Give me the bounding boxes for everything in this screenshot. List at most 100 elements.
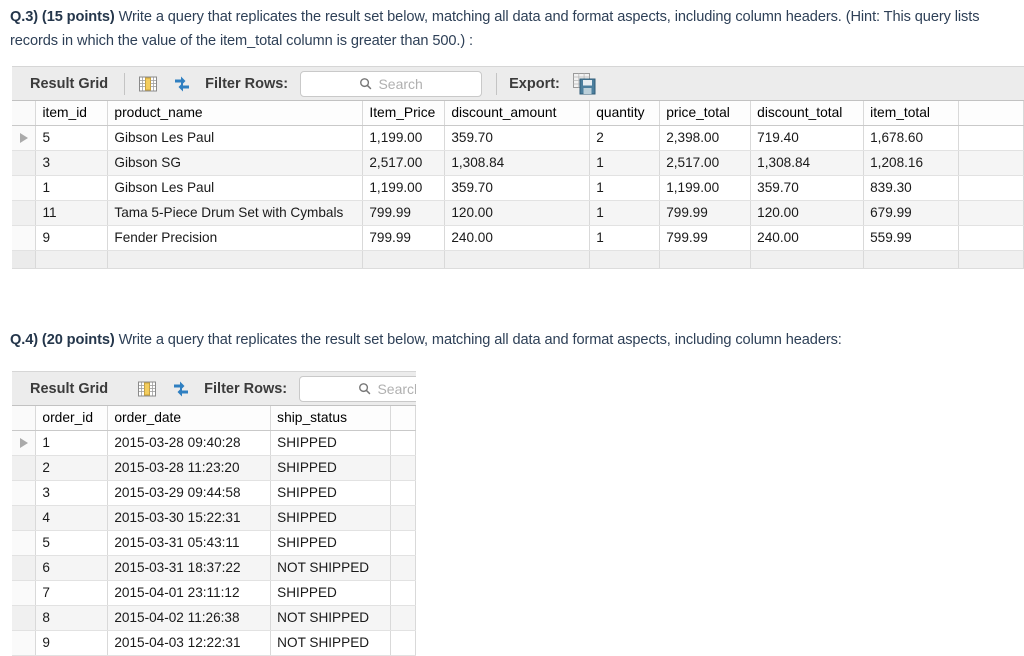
table-cell[interactable]: 2,517.00 <box>659 150 752 176</box>
table-cell[interactable]: 1,199.00 <box>362 175 446 201</box>
table-cell[interactable]: 719.40 <box>750 125 865 151</box>
table-row[interactable]: 2 2015-03-28 11:23:20 SHIPPED <box>12 455 416 481</box>
row-marker[interactable] <box>12 580 37 606</box>
row-marker[interactable] <box>12 150 37 176</box>
table-row[interactable]: 5 2015-03-31 05:43:11 SHIPPED <box>12 530 416 556</box>
table-cell[interactable]: 240.00 <box>750 225 865 251</box>
column-header[interactable]: item_id <box>35 101 109 126</box>
table-cell[interactable]: 120.00 <box>750 200 865 226</box>
table-cell[interactable]: 359.70 <box>750 175 865 201</box>
table-cell[interactable]: SHIPPED <box>270 430 392 456</box>
table-cell[interactable]: SHIPPED <box>270 480 392 506</box>
row-marker[interactable] <box>12 480 37 506</box>
table-row[interactable]: 3 Gibson SG 2,517.00 1,308.84 1 2,517.00 1,308… <box>12 150 1024 176</box>
table-cell[interactable]: 1,199.00 <box>362 125 446 151</box>
result-table-1[interactable]: item_id product_name Item_Price discount… <box>12 101 1024 269</box>
table-cell[interactable]: 2015-03-31 18:37:22 <box>107 555 272 581</box>
table-row[interactable]: 1 2015-03-28 09:40:28 SHIPPED <box>12 430 416 456</box>
row-marker[interactable] <box>12 455 37 481</box>
table-row[interactable]: 3 2015-03-29 09:44:58 SHIPPED <box>12 480 416 506</box>
columns-icon[interactable] <box>136 378 158 400</box>
table-cell[interactable]: 359.70 <box>444 125 591 151</box>
table-row[interactable]: 11 Tama 5-Piece Drum Set with Cymbals 799.… <box>12 200 1024 226</box>
row-marker[interactable] <box>12 630 37 656</box>
table-cell[interactable]: 1 <box>589 200 661 226</box>
refresh-icon[interactable] <box>170 378 192 400</box>
column-header[interactable]: item_total <box>863 101 960 126</box>
column-header[interactable]: Item_Price <box>362 101 446 126</box>
table-cell[interactable]: 120.00 <box>444 200 591 226</box>
table-row[interactable]: 9 2015-04-03 12:22:31 NOT SHIPPED <box>12 630 416 656</box>
table-cell[interactable]: 1 <box>35 430 109 456</box>
table-cell[interactable]: SHIPPED <box>270 580 392 606</box>
table-cell[interactable]: 1 <box>589 225 661 251</box>
table-cell[interactable]: 2015-04-03 12:22:31 <box>107 630 272 656</box>
search-input[interactable]: Search <box>300 70 483 97</box>
table-cell[interactable]: 799.99 <box>659 200 752 226</box>
row-marker[interactable] <box>12 225 37 251</box>
row-marker[interactable] <box>12 505 37 531</box>
row-marker[interactable] <box>12 175 37 201</box>
table-row[interactable]: 5 Gibson Les Paul 1,199.00 359.70 2 2,398.00 7… <box>12 125 1024 151</box>
table-cell[interactable]: Tama 5-Piece Drum Set with Cymbals <box>107 200 364 226</box>
table-cell[interactable]: Fender Precision <box>107 225 364 251</box>
table-cell[interactable]: SHIPPED <box>270 530 392 556</box>
table-cell[interactable]: 359.70 <box>444 175 591 201</box>
table-cell[interactable]: 2015-03-31 05:43:11 <box>107 530 272 556</box>
table-cell[interactable]: 2015-04-01 23:11:12 <box>107 580 272 606</box>
table-cell[interactable]: 9 <box>35 630 109 656</box>
column-header[interactable]: order_date <box>107 406 272 431</box>
table-row[interactable]: 6 2015-03-31 18:37:22 NOT SHIPPED <box>12 555 416 581</box>
table-cell[interactable]: NOT SHIPPED <box>270 630 392 656</box>
table-cell[interactable]: 1 <box>589 150 661 176</box>
refresh-icon[interactable] <box>171 73 193 95</box>
table-cell[interactable]: 1,678.60 <box>863 125 960 151</box>
table-cell[interactable]: 839.30 <box>863 175 960 201</box>
table-cell[interactable]: 240.00 <box>444 225 591 251</box>
table-cell[interactable]: 2015-03-29 09:44:58 <box>107 480 272 506</box>
table-cell[interactable]: 6 <box>35 555 109 581</box>
row-marker[interactable] <box>12 200 37 226</box>
table-cell[interactable]: 2015-03-28 09:40:28 <box>107 430 272 456</box>
table-cell[interactable]: 2015-03-30 15:22:31 <box>107 505 272 531</box>
table-cell[interactable]: 5 <box>35 125 109 151</box>
table-cell[interactable]: SHIPPED <box>270 455 392 481</box>
row-marker[interactable] <box>12 555 37 581</box>
table-cell[interactable]: 11 <box>35 200 109 226</box>
table-cell[interactable]: 1,199.00 <box>659 175 752 201</box>
search-input[interactable]: Search <box>299 375 416 402</box>
export-icon[interactable] <box>572 72 598 96</box>
table-cell[interactable]: Gibson Les Paul <box>107 125 364 151</box>
table-cell[interactable]: 8 <box>35 605 109 631</box>
table-cell[interactable]: 2,398.00 <box>659 125 752 151</box>
table-cell[interactable]: 2 <box>589 125 661 151</box>
column-header[interactable]: product_name <box>107 101 364 126</box>
table-cell[interactable]: 1 <box>589 175 661 201</box>
columns-icon[interactable] <box>137 73 159 95</box>
table-cell[interactable]: 2015-04-02 11:26:38 <box>107 605 272 631</box>
table-cell[interactable]: 4 <box>35 505 109 531</box>
table-row[interactable]: 9 Fender Precision 799.99 240.00 1 799.99 240.… <box>12 225 1024 251</box>
table-cell[interactable]: NOT SHIPPED <box>270 555 392 581</box>
table-cell[interactable]: 1,308.84 <box>444 150 591 176</box>
table-cell[interactable]: Gibson Les Paul <box>107 175 364 201</box>
result-table-2[interactable]: order_id order_date ship_status 1 2015-03… <box>12 406 416 656</box>
table-cell[interactable]: 3 <box>35 480 109 506</box>
table-cell[interactable]: 799.99 <box>659 225 752 251</box>
table-cell[interactable]: 1 <box>35 175 109 201</box>
table-cell[interactable]: 9 <box>35 225 109 251</box>
table-cell[interactable]: 1,208.16 <box>863 150 960 176</box>
table-cell[interactable]: 1,308.84 <box>750 150 865 176</box>
table-cell[interactable]: 2 <box>35 455 109 481</box>
table-cell[interactable]: 5 <box>35 530 109 556</box>
column-header[interactable]: discount_amount <box>444 101 591 126</box>
table-cell[interactable]: 7 <box>35 580 109 606</box>
table-cell[interactable]: 3 <box>35 150 109 176</box>
table-cell[interactable]: 679.99 <box>863 200 960 226</box>
row-marker[interactable] <box>12 125 37 151</box>
table-cell[interactable]: 2015-03-28 11:23:20 <box>107 455 272 481</box>
column-header[interactable]: discount_total <box>750 101 865 126</box>
table-cell[interactable]: 2,517.00 <box>362 150 446 176</box>
column-header[interactable]: quantity <box>589 101 661 126</box>
table-cell[interactable]: Gibson SG <box>107 150 364 176</box>
